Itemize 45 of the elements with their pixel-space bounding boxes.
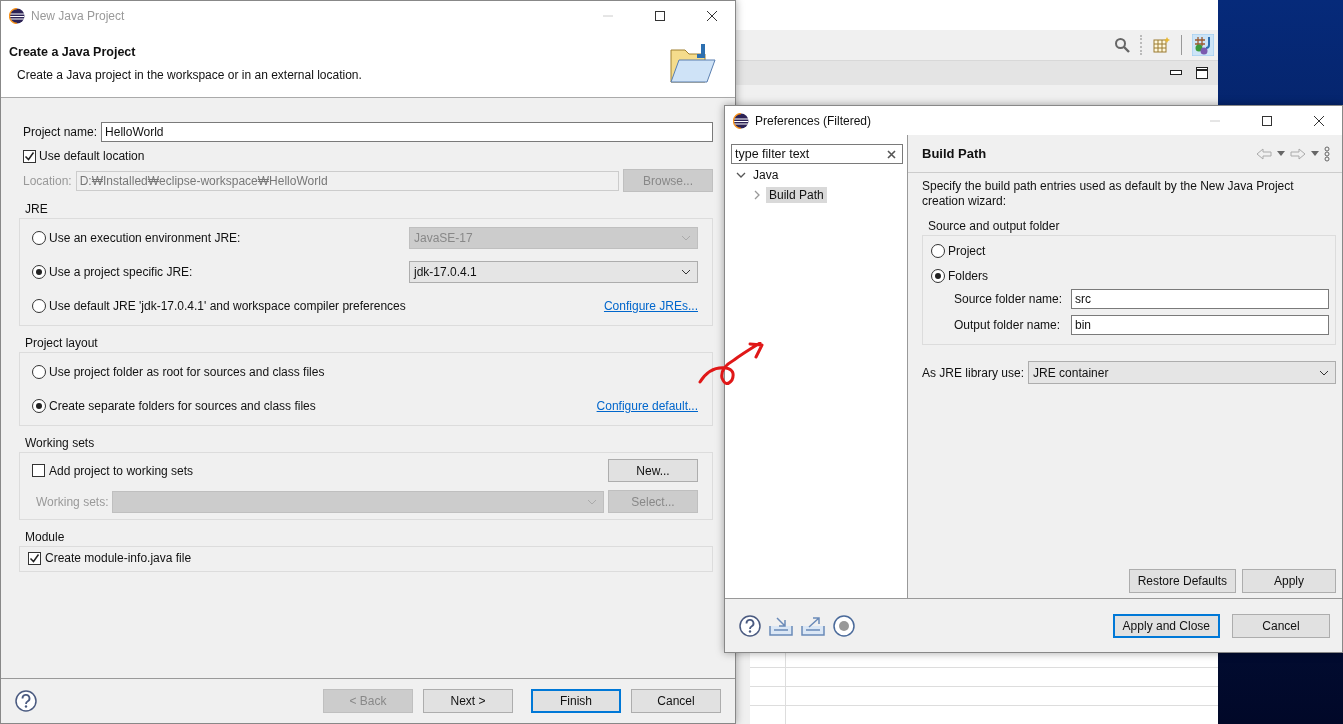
field-label: Source folder name: — [954, 292, 1064, 306]
new-button[interactable]: New... — [608, 459, 698, 482]
dialog-button[interactable]: Cancel — [631, 689, 721, 713]
radio-label: Folders — [948, 268, 988, 283]
page-button[interactable]: Restore Defaults — [1128, 569, 1236, 593]
dialog-button[interactable]: Apply and Close — [1112, 613, 1220, 638]
working-sets-label: Working sets: — [35, 494, 109, 509]
tree-item[interactable]: Java — [750, 167, 782, 183]
radio-label: Use a project specific JRE: — [49, 265, 194, 279]
window-title: New Java Project — [31, 8, 125, 23]
group-title: Module — [25, 530, 66, 544]
tree-item[interactable]: Build Path — [766, 187, 827, 203]
project-name-field[interactable]: HelloWorld — [101, 122, 713, 142]
folder-name-field[interactable]: bin — [1071, 315, 1329, 335]
location-label: Location: — [22, 173, 72, 188]
group-title: Working sets — [25, 436, 96, 450]
dialog-button[interactable]: Next > — [423, 689, 513, 713]
page-heading: Create a Java Project — [9, 45, 137, 59]
page-description: Specify the build path entries used as default by the New Java Project creation wizard: — [922, 179, 1295, 209]
window-title: Preferences (Filtered) — [755, 113, 872, 128]
folder-name-field[interactable]: src — [1071, 289, 1329, 309]
filter-field[interactable]: type filter text — [731, 144, 903, 164]
checkbox-label: Use default location — [39, 149, 145, 163]
radio-label: Create separate folders for sources and class files — [49, 399, 317, 413]
configure-default-link[interactable]: Configure default... — [596, 399, 698, 413]
group-title: Project layout — [25, 336, 99, 350]
radio-label: Use an execution environment JRE: — [49, 231, 242, 245]
page-title: Build Path — [922, 146, 988, 161]
dialog-button[interactable]: Cancel — [1232, 613, 1330, 638]
page-description: Create a Java project in the workspace or in an external location. — [16, 68, 363, 82]
radio-label: Use project folder as root for sources and class files — [49, 365, 326, 379]
project-name-label: Project name: — [22, 125, 98, 139]
radio-label: Use default JRE 'jdk-17.0.4.1' and workspace compiler preferences — [49, 299, 407, 313]
jre-dropdown[interactable]: jdk-17.0.4.1 — [409, 261, 698, 283]
checkbox-label: Create module-info.java file — [45, 551, 192, 565]
jre-library-dropdown[interactable]: JRE container — [1028, 361, 1336, 384]
group-title: JRE — [25, 202, 49, 216]
configure-jres-link[interactable]: Configure JREs... — [603, 299, 698, 313]
page-button[interactable]: Apply — [1242, 569, 1336, 593]
field-label: Output folder name: — [954, 318, 1062, 332]
checkbox-label: Add project to working sets — [49, 463, 195, 478]
jre-library-label: As JRE library use: — [922, 365, 1025, 380]
group-title: Source and output folder — [928, 219, 1061, 233]
dialog-button[interactable]: Finish — [531, 689, 621, 713]
radio-label: Project — [948, 243, 986, 258]
